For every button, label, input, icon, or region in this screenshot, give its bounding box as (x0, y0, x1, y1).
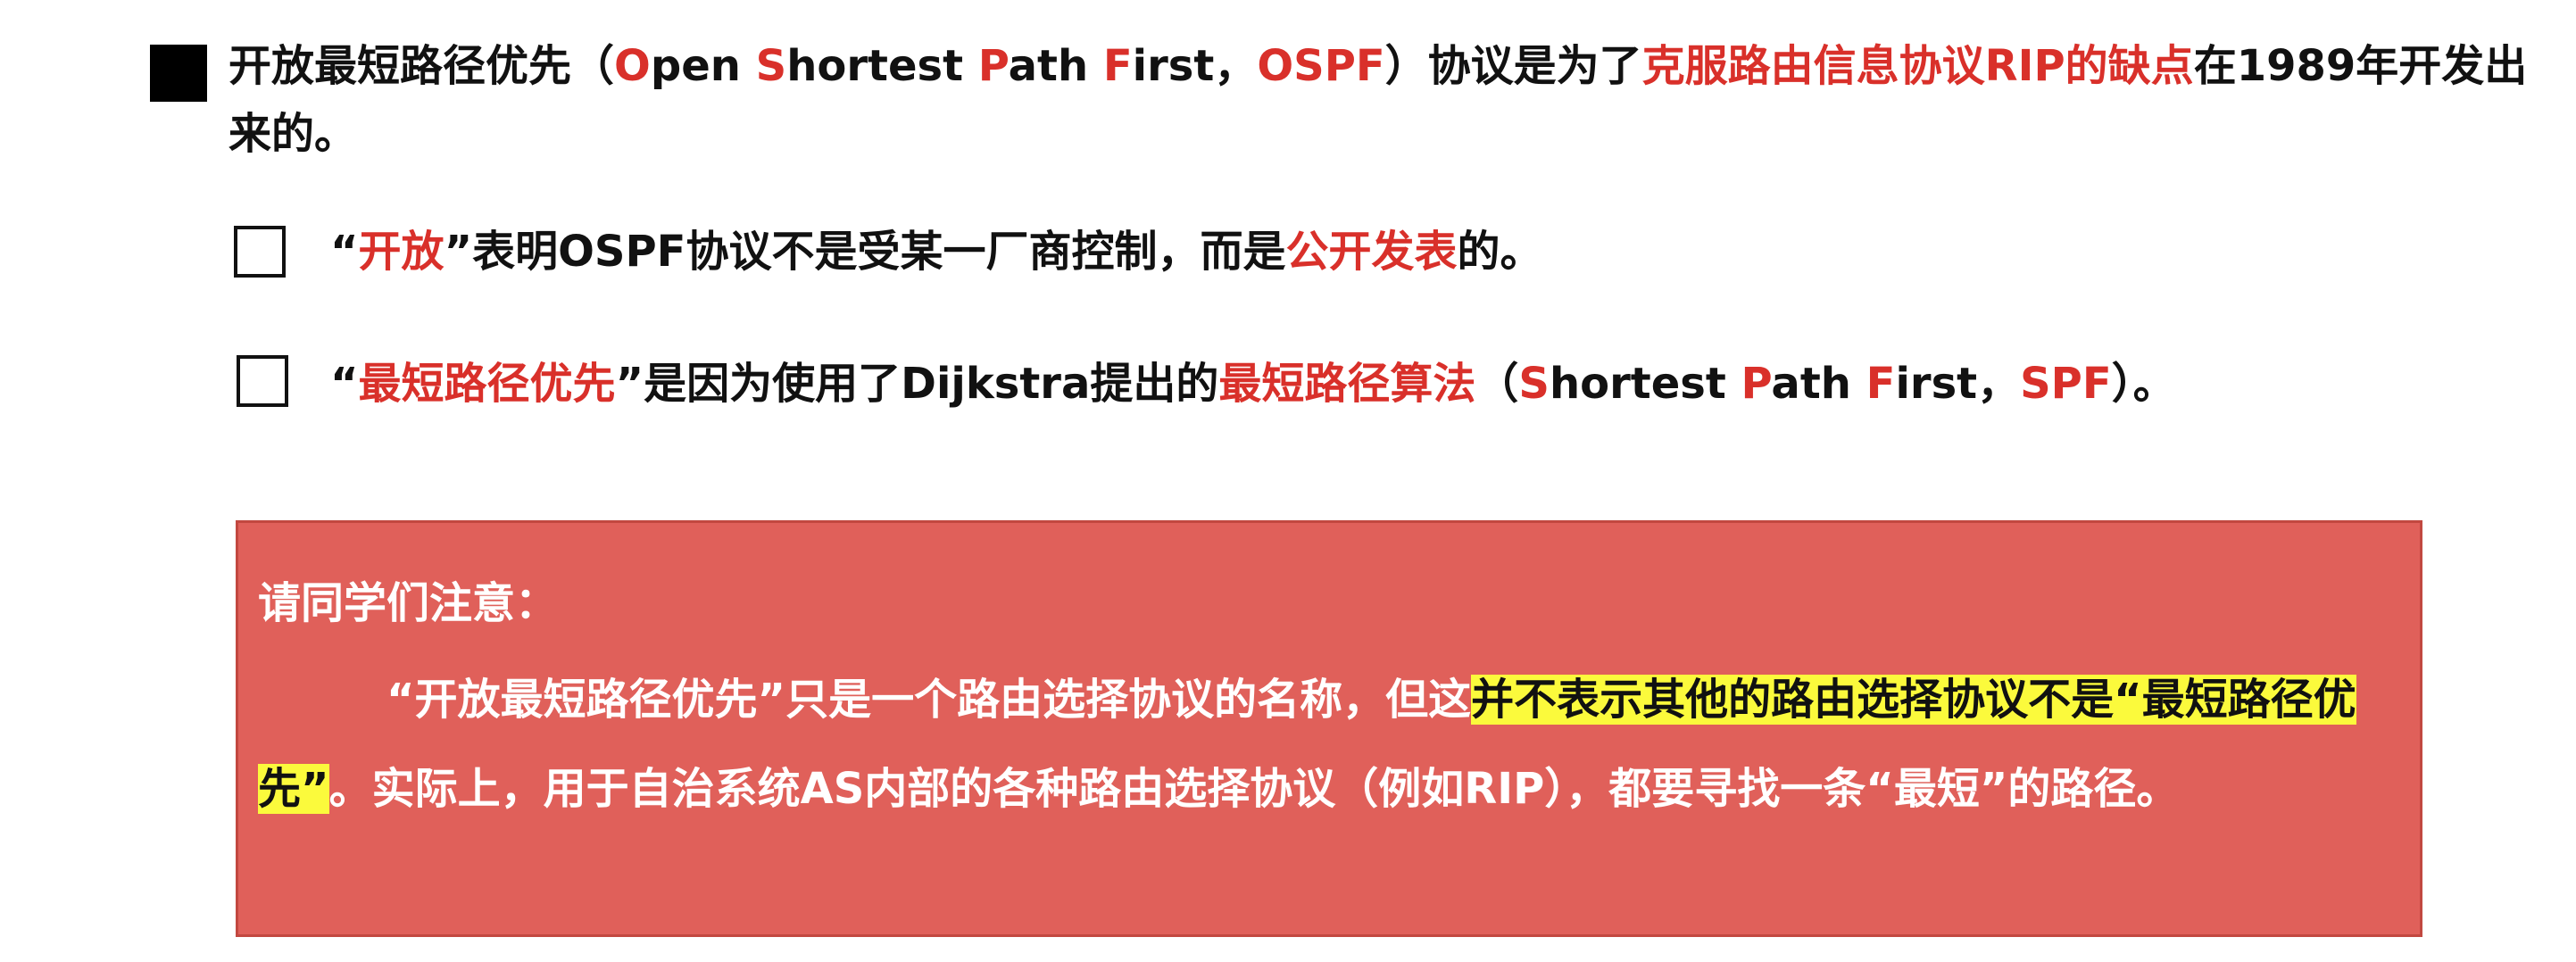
highlighted-phrase: 公开发表 (1285, 227, 1458, 277)
text-segment: hortest (786, 41, 978, 91)
bullet-square-icon (150, 45, 207, 102)
acronym-letter: S (1518, 359, 1550, 409)
main-paragraph: 开放最短路径优先（Open Shortest Path First，OSPF）协… (229, 32, 2549, 168)
text-segment: irst， (1132, 41, 1258, 91)
acronym-letter: P (977, 41, 1009, 91)
quote-mark: “ (330, 227, 359, 277)
text-segment: ath (1771, 359, 1866, 409)
text-segment: “开放最短路径优先”只是一个路由选择协议的名称，但这 (386, 675, 1472, 725)
acronym: OSPF (1257, 41, 1385, 91)
acronym-letter: P (1741, 359, 1772, 409)
text-segment: 开放最短路径优先（ (229, 41, 615, 91)
acronym-letter: F (1102, 41, 1133, 91)
sub-item-shortest: “最短路径优先”是因为使用了Dijkstra提出的最短路径算法（Shortest… (330, 352, 2176, 416)
checkbox-square-icon (237, 355, 288, 407)
text-segment: ）。 (2111, 359, 2176, 409)
highlighted-phrase: 最短路径优先 (358, 359, 616, 409)
note-body: “开放最短路径优先”只是一个路由选择协议的名称，但这并不表示其他的路由选择协议不… (258, 655, 2427, 833)
text-segment: （ (1475, 359, 1519, 409)
note-box: 请同学们注意： “开放最短路径优先”只是一个路由选择协议的名称，但这并不表示其他… (236, 520, 2422, 937)
text-segment: 的。 (1457, 227, 1543, 277)
highlighted-phrase: 克服路由信息协议RIP的缺点 (1641, 41, 2194, 91)
text-segment: ）协议是为了 (1384, 41, 1642, 91)
text-segment: ”表明OSPF协议不是受某一厂商控制，而是 (444, 227, 1286, 277)
acronym-letter: F (1866, 359, 1896, 409)
quote-mark: “ (330, 359, 359, 409)
highlighted-phrase: 开放 (358, 227, 445, 277)
acronym-letter: S (755, 41, 787, 91)
checkbox-square-icon (234, 226, 286, 278)
text-segment: ath (1008, 41, 1103, 91)
note-title: 请同学们注意： (258, 578, 559, 628)
text-segment: irst， (1895, 359, 2021, 409)
sub-item-open: “开放”表明OSPF协议不是受某一厂商控制，而是公开发表的。 (330, 220, 1543, 284)
text-segment: hortest (1549, 359, 1741, 409)
acronym-letter: O (614, 41, 651, 91)
highlighted-phrase: 最短路径算法 (1218, 359, 1476, 409)
text-segment: pen (650, 41, 756, 91)
acronym: SPF (2020, 359, 2112, 409)
text-segment: ”是因为使用了Dijkstra提出的 (615, 359, 1219, 409)
text-segment: 。实际上，用于自治系统AS内部的各种路由选择协议（例如RIP），都要寻找一条“最… (328, 764, 2180, 814)
